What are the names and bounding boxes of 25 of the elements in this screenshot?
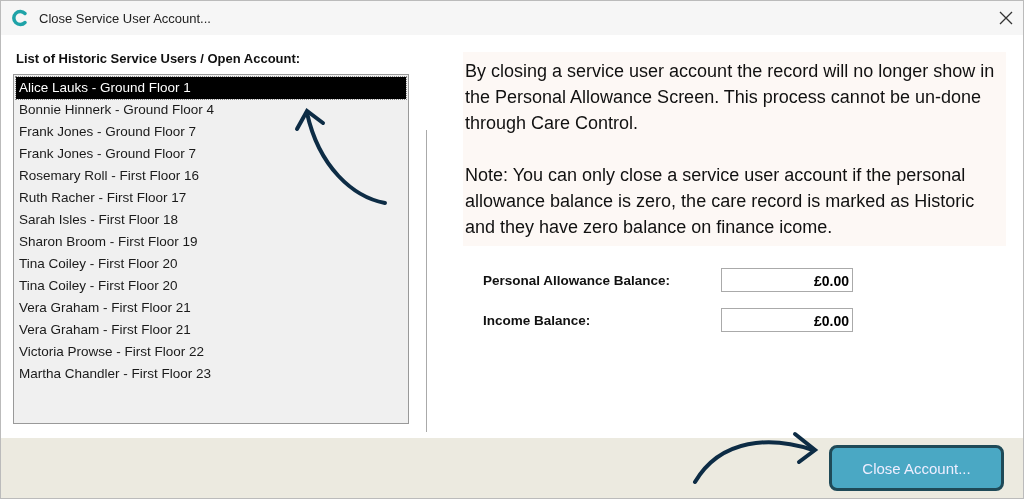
list-item[interactable]: Sharon Broom - First Floor 19 — [16, 231, 406, 253]
service-user-list[interactable] — [13, 74, 409, 424]
list-item[interactable]: Vera Graham - First Floor 21 — [16, 297, 406, 319]
window-title: Close Service User Account... — [39, 10, 212, 26]
field-label: Personal Allowance Balance: — [483, 272, 672, 288]
list-item[interactable]: Tina Coiley - First Floor 20 — [16, 253, 406, 275]
list-item[interactable]: Martha Chandler - First Floor 23 — [16, 363, 406, 385]
balance-field[interactable]: £0.00 — [721, 268, 853, 292]
field-label: Income Balance: — [483, 312, 592, 328]
list-item[interactable]: Rosemary Roll - First Floor 16 — [16, 165, 406, 187]
list-item[interactable]: Ruth Racher - First Floor 17 — [16, 187, 406, 209]
list-item[interactable]: Bonnie Hinnerk - Ground Floor 4 — [16, 99, 406, 121]
app-logo-icon — [11, 9, 29, 27]
list-label: List of Historic Service Users / Open Account: — [16, 51, 302, 66]
close-icon[interactable] — [999, 11, 1013, 25]
list-item[interactable]: Victoria Prowse - First Floor 22 — [16, 341, 406, 363]
balance-field[interactable]: £0.00 — [721, 308, 853, 332]
list-item[interactable]: Frank Jones - Ground Floor 7 — [16, 143, 406, 165]
list-item[interactable]: Sarah Isles - First Floor 18 — [16, 209, 406, 231]
list-item[interactable]: Tina Coiley - First Floor 20 — [16, 275, 406, 297]
info-paragraph: By closing a service user account the record will no longer show in the Personal Allowance Screen. This process cannot be un-done through Care Control. — [465, 60, 996, 135]
list-item[interactable]: Frank Jones - Ground Floor 7 — [16, 121, 406, 143]
list-item[interactable]: Alice Lauks - Ground Floor 1 — [16, 77, 406, 99]
info-paragraph: Note: You can only close a service user account if the personal allowance balance is zero, the care record is marked as Historic and they have zero balance on finance icome. — [465, 164, 976, 239]
list-item[interactable]: Vera Graham - First Floor 21 — [16, 319, 406, 341]
